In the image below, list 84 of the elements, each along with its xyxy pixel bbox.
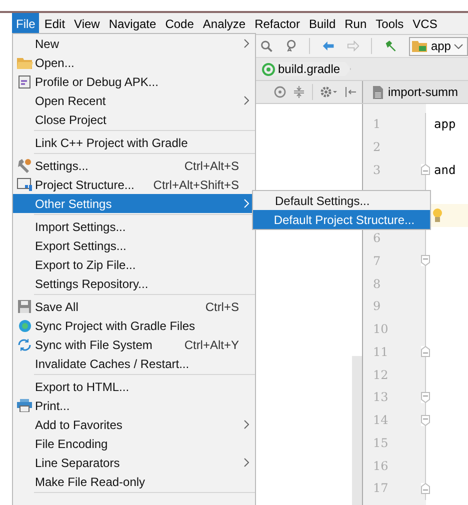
printer-icon <box>17 399 32 412</box>
menu-bar-item[interactable]: Refactor <box>250 13 304 34</box>
line-number: 14 <box>373 413 388 428</box>
menu-item[interactable]: Project Structure... Ctrl+Alt+Shift+S <box>13 175 255 194</box>
fold-marker-icon[interactable] <box>421 346 430 358</box>
menu-item[interactable]: New <box>13 34 255 53</box>
hammer-icon[interactable] <box>384 39 397 53</box>
menu-item[interactable]: Open... <box>13 53 255 72</box>
fold-marker-icon[interactable] <box>421 255 430 266</box>
menu-item[interactable]: Settings Repository... <box>13 274 255 293</box>
line-number: 6 <box>373 231 381 246</box>
menu-bar-item[interactable]: Navigate <box>104 13 160 34</box>
wrench-icon <box>17 158 32 173</box>
line-number: 12 <box>373 368 388 382</box>
menu-item[interactable]: Make File Read-only <box>13 472 255 491</box>
menu-item[interactable]: Sync with File System Ctrl+Alt+Y <box>13 335 255 354</box>
menu-bar-item[interactable]: Analyze <box>198 13 250 34</box>
document-icon <box>373 86 383 98</box>
line-number: 11 <box>373 344 388 359</box>
search-icon[interactable] <box>284 39 298 53</box>
target-icon[interactable] <box>274 86 286 98</box>
menu-item[interactable]: File Encoding <box>13 434 255 453</box>
menu-item[interactable]: Line Separators <box>13 453 255 472</box>
code-line: app <box>434 117 456 132</box>
project-structure-icon <box>16 178 32 191</box>
menu-item[interactable]: Open Recent <box>13 91 255 110</box>
folder-icon <box>412 40 428 52</box>
menu-item[interactable]: Close Project <box>13 110 255 129</box>
fold-marker-icon[interactable] <box>421 414 430 426</box>
menu-item[interactable]: Sync Project with Gradle Files <box>13 316 255 335</box>
editor-tab[interactable]: import-summ <box>362 81 468 103</box>
menu-item[interactable]: Default Settings... <box>253 191 430 210</box>
menu-bar-item[interactable]: Tools <box>372 13 408 34</box>
line-number: 10 <box>373 322 388 336</box>
forward-arrow-icon[interactable] <box>346 40 360 52</box>
menu-item[interactable]: Profile or Debug APK... <box>13 72 255 91</box>
settings-icon[interactable] <box>320 86 338 98</box>
code-line: and <box>434 162 456 177</box>
line-number: 16 <box>373 458 388 473</box>
menu-item[interactable]: Settings... Ctrl+Alt+S <box>13 156 255 175</box>
fold-marker-icon[interactable] <box>421 164 430 176</box>
line-number: 17 <box>373 481 388 496</box>
breadcrumb-item[interactable]: build.gradle <box>262 62 352 76</box>
folder-icon <box>16 56 32 68</box>
gradle-icon <box>262 62 275 76</box>
menu-item[interactable]: Export Settings... <box>13 236 255 255</box>
menu-item[interactable]: Link C++ Project with Gradle <box>13 133 255 152</box>
run-configuration-dropdown[interactable]: app <box>408 36 468 56</box>
fold-marker-icon[interactable] <box>421 482 430 494</box>
menu-item[interactable]: Invalidate Caches / Restart... <box>13 354 255 373</box>
line-number: 7 <box>373 254 381 268</box>
hide-panel-icon[interactable] <box>345 86 357 98</box>
line-number: 13 <box>373 390 388 404</box>
line-number: 15 <box>373 436 388 450</box>
menu-item[interactable]: Add to Favorites <box>13 415 255 434</box>
line-number: 3 <box>373 162 381 177</box>
menu-item[interactable]: Import Settings... <box>13 217 255 236</box>
fold-marker-icon[interactable] <box>421 392 430 403</box>
menu-item[interactable]: Print... <box>13 396 255 415</box>
menu-item[interactable]: Default Project Structure... <box>253 210 430 229</box>
sync-icon <box>18 318 32 332</box>
collapse-icon[interactable] <box>293 86 305 98</box>
menu-item[interactable]: Save All Ctrl+S <box>13 297 255 316</box>
menu-bar-item[interactable]: Code <box>161 13 198 34</box>
menu-bar-item[interactable]: Build <box>304 13 340 34</box>
menu-item[interactable]: Other Settings <box>13 194 255 213</box>
scrollbar[interactable] <box>352 356 362 505</box>
menu-bar-item[interactable]: Run <box>340 13 371 34</box>
sync-arrows-icon <box>17 338 32 352</box>
menu-bar-item[interactable]: Edit <box>40 13 70 34</box>
menu-bar-item[interactable]: VCS <box>408 13 442 34</box>
line-number: 9 <box>373 299 381 314</box>
menu-bar-item[interactable]: File <box>12 13 40 34</box>
menu-bar-item[interactable]: View <box>70 13 104 34</box>
back-arrow-icon[interactable] <box>322 40 335 52</box>
chevron-down-icon <box>454 44 463 48</box>
save-icon <box>18 300 31 313</box>
line-number: 8 <box>373 276 381 291</box>
menu-item[interactable]: Export to Zip File... <box>13 255 255 274</box>
lightbulb-icon[interactable] <box>432 208 443 223</box>
menu-item[interactable]: Export to HTML... <box>13 377 255 396</box>
search-icon[interactable] <box>260 39 273 53</box>
line-number: 2 <box>373 140 381 154</box>
line-number: 1 <box>373 117 381 132</box>
